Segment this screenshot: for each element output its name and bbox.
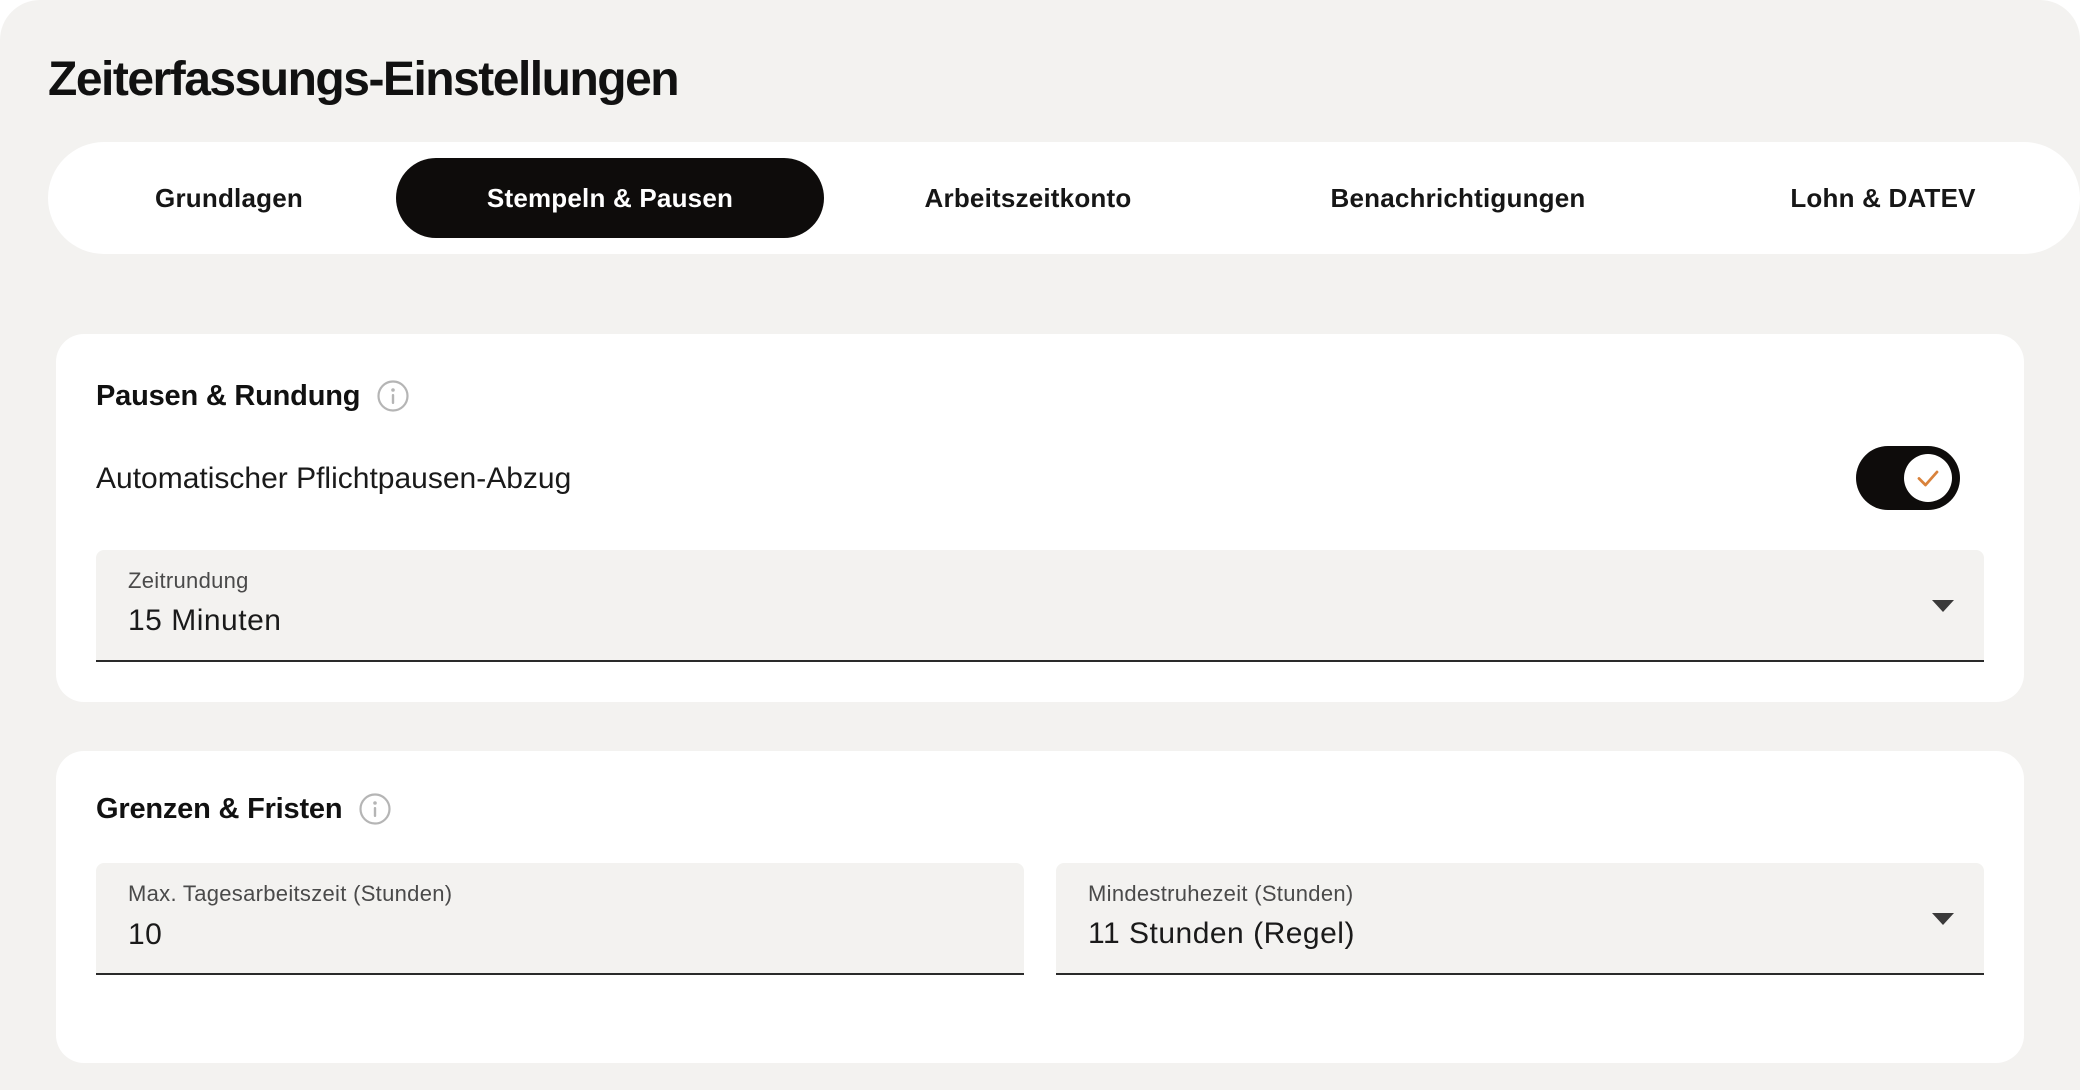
tab-lohn-datev[interactable]: Lohn & DATEV [1738,158,2028,238]
check-icon [1914,464,1942,492]
grenzen-fristen-header: Grenzen & Fristen [96,789,392,829]
tab-bar: Grundlagen Stempeln & Pausen Arbeitszeit… [48,142,2080,254]
page-title: Zeiterfassungs-Einstellungen [48,53,680,106]
zeitrundung-value: 15 Minuten [128,604,282,637]
tab-grundlagen[interactable]: Grundlagen [98,158,360,238]
pausen-rundung-card: Pausen & Rundung Automatischer Pflichtpa… [56,334,2024,702]
zeitrundung-select[interactable]: Zeitrundung 15 Minuten [96,550,1984,662]
info-icon[interactable] [358,792,392,826]
mindestruhezeit-value: 11 Stunden (Regel) [1088,917,1355,950]
mindestruhezeit-select[interactable]: Mindestruhezeit (Stunden) 11 Stunden (Re… [1056,863,1984,975]
section-title: Pausen & Rundung [96,379,361,412]
mindestruhezeit-label: Mindestruhezeit (Stunden) [1088,881,1354,906]
auto-break-toggle[interactable] [1856,446,1960,510]
max-tagesarbeitszeit-field[interactable]: Max. Tagesarbeitszeit (Stunden) [96,863,1024,975]
chevron-down-icon[interactable] [1932,600,1954,612]
chevron-down-icon[interactable] [1932,913,1954,925]
max-tagesarbeitszeit-input[interactable] [128,915,988,955]
section-title: Grenzen & Fristen [96,792,343,825]
auto-break-label: Automatischer Pflichtpausen-Abzug [96,462,572,495]
toggle-thumb [1904,454,1952,502]
grenzen-fristen-card: Grenzen & Fristen Max. Tagesarbeitszeit … [56,751,2024,1063]
tab-arbeitszeitkonto[interactable]: Arbeitszeitkonto [878,158,1178,238]
tab-stempeln-pausen[interactable]: Stempeln & Pausen [396,158,824,238]
max-tagesarbeitszeit-label: Max. Tagesarbeitszeit (Stunden) [128,881,453,906]
tab-benachrichtigungen[interactable]: Benachrichtigungen [1268,158,1648,238]
zeitrundung-label: Zeitrundung [128,568,249,593]
settings-panel: Zeiterfassungs-Einstellungen Grundlagen … [0,0,2080,1090]
pausen-rundung-header: Pausen & Rundung [96,376,410,416]
info-icon[interactable] [376,379,410,413]
